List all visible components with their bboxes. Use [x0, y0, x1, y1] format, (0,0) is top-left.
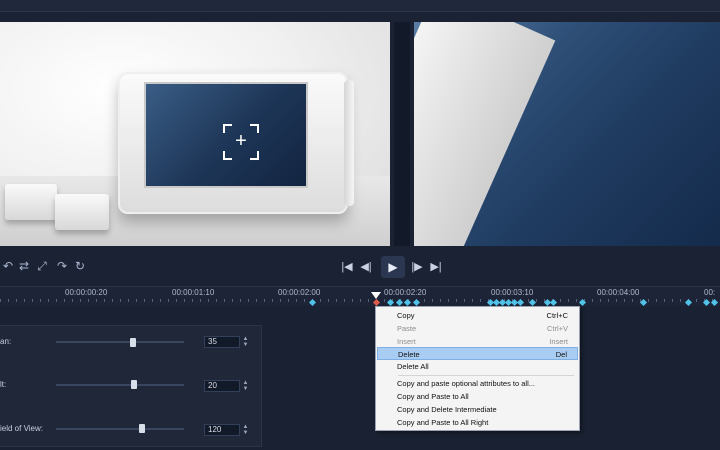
play-icon[interactable]: ▶ [381, 256, 405, 278]
timecode-label: 00:00:04:00 [597, 288, 640, 297]
next-frame-icon[interactable]: |▶ [410, 258, 424, 276]
timecode-label: 00: [704, 288, 716, 297]
menu-item-copy[interactable]: Copy Ctrl+C [377, 309, 578, 322]
timecode-label: 00:00:03:10 [491, 288, 534, 297]
timecode-label: 00:00:01:10 [172, 288, 215, 297]
field-of-view-slider[interactable] [56, 428, 184, 430]
rotate-right-icon[interactable]: ↷ [54, 257, 70, 275]
field-of-view-label: ield of View: [0, 424, 43, 433]
menu-item-copy-delete-intermediate[interactable]: Copy and Delete Intermediate [377, 403, 578, 416]
pan-value-field[interactable]: 35 [204, 336, 240, 348]
field-of-view-stepper[interactable]: ▲ ▼ [242, 424, 249, 436]
flip-icon[interactable]: ⤢ [34, 257, 50, 275]
crosshair-icon: + [235, 130, 247, 152]
menu-item-copy-paste-all[interactable]: Copy and Paste to All [377, 390, 578, 403]
swap-icon[interactable]: ⇄ [16, 257, 32, 275]
menu-item-copy-paste-all-right[interactable]: Copy and Paste to All Right [377, 416, 578, 429]
preview-divider [394, 22, 410, 246]
tilt-value-field[interactable]: 20 [204, 380, 240, 392]
menu-separator [398, 375, 574, 376]
menu-item-delete[interactable]: Delete Del [377, 347, 578, 360]
device-bezel [414, 22, 556, 246]
tilt-slider-thumb[interactable] [131, 380, 138, 389]
rotate-left-icon[interactable]: ↶ [0, 257, 16, 275]
device-object: + [118, 72, 354, 214]
previous-frame-icon[interactable]: ◀| [359, 258, 373, 276]
go-to-end-icon[interactable]: ▶| [429, 258, 443, 276]
pan-slider[interactable] [56, 341, 184, 343]
reset-icon[interactable]: ↻ [72, 257, 88, 275]
go-to-start-icon[interactable]: |◀ [340, 258, 354, 276]
device-screen: + [144, 82, 308, 188]
pan-zoom-editor: + ↶ ⇄ ⤢ ↷ ↻ |◀ ◀| ▶ |▶ ▶| 00:00:00:20 00… [0, 0, 720, 450]
tilt-stepper[interactable]: ▲ ▼ [242, 380, 249, 392]
original-preview[interactable]: + [0, 22, 390, 246]
timecode-label: 00:00:02:00 [278, 288, 321, 297]
zoom-focus-frame[interactable]: + [223, 124, 259, 160]
timecode-label: 00:00:00:20 [65, 288, 108, 297]
tilt-label: lt: [0, 380, 7, 389]
result-preview [414, 22, 720, 246]
menu-item-delete-all[interactable]: Delete All [377, 360, 578, 373]
cube-object [5, 184, 57, 220]
pan-stepper[interactable]: ▲ ▼ [242, 336, 249, 348]
field-of-view-value-field[interactable]: 120 [204, 424, 240, 436]
field-of-view-slider-thumb[interactable] [138, 424, 145, 433]
menu-item-paste[interactable]: Paste Ctrl+V [377, 322, 578, 335]
menu-item-copy-paste-optional[interactable]: Copy and paste optional attributes to al… [377, 377, 578, 390]
ruler-ticks [0, 299, 720, 302]
timecode-label: 00:00:02:20 [384, 288, 427, 297]
device-side [344, 80, 354, 206]
tilt-slider[interactable] [56, 384, 184, 386]
pan-slider-thumb[interactable] [129, 338, 136, 347]
pan-label: an: [0, 337, 12, 346]
top-bar [0, 0, 720, 12]
cube-object [55, 194, 109, 230]
keyframe-context-menu: Copy Ctrl+C Paste Ctrl+V Insert Insert Dele… [375, 306, 580, 431]
